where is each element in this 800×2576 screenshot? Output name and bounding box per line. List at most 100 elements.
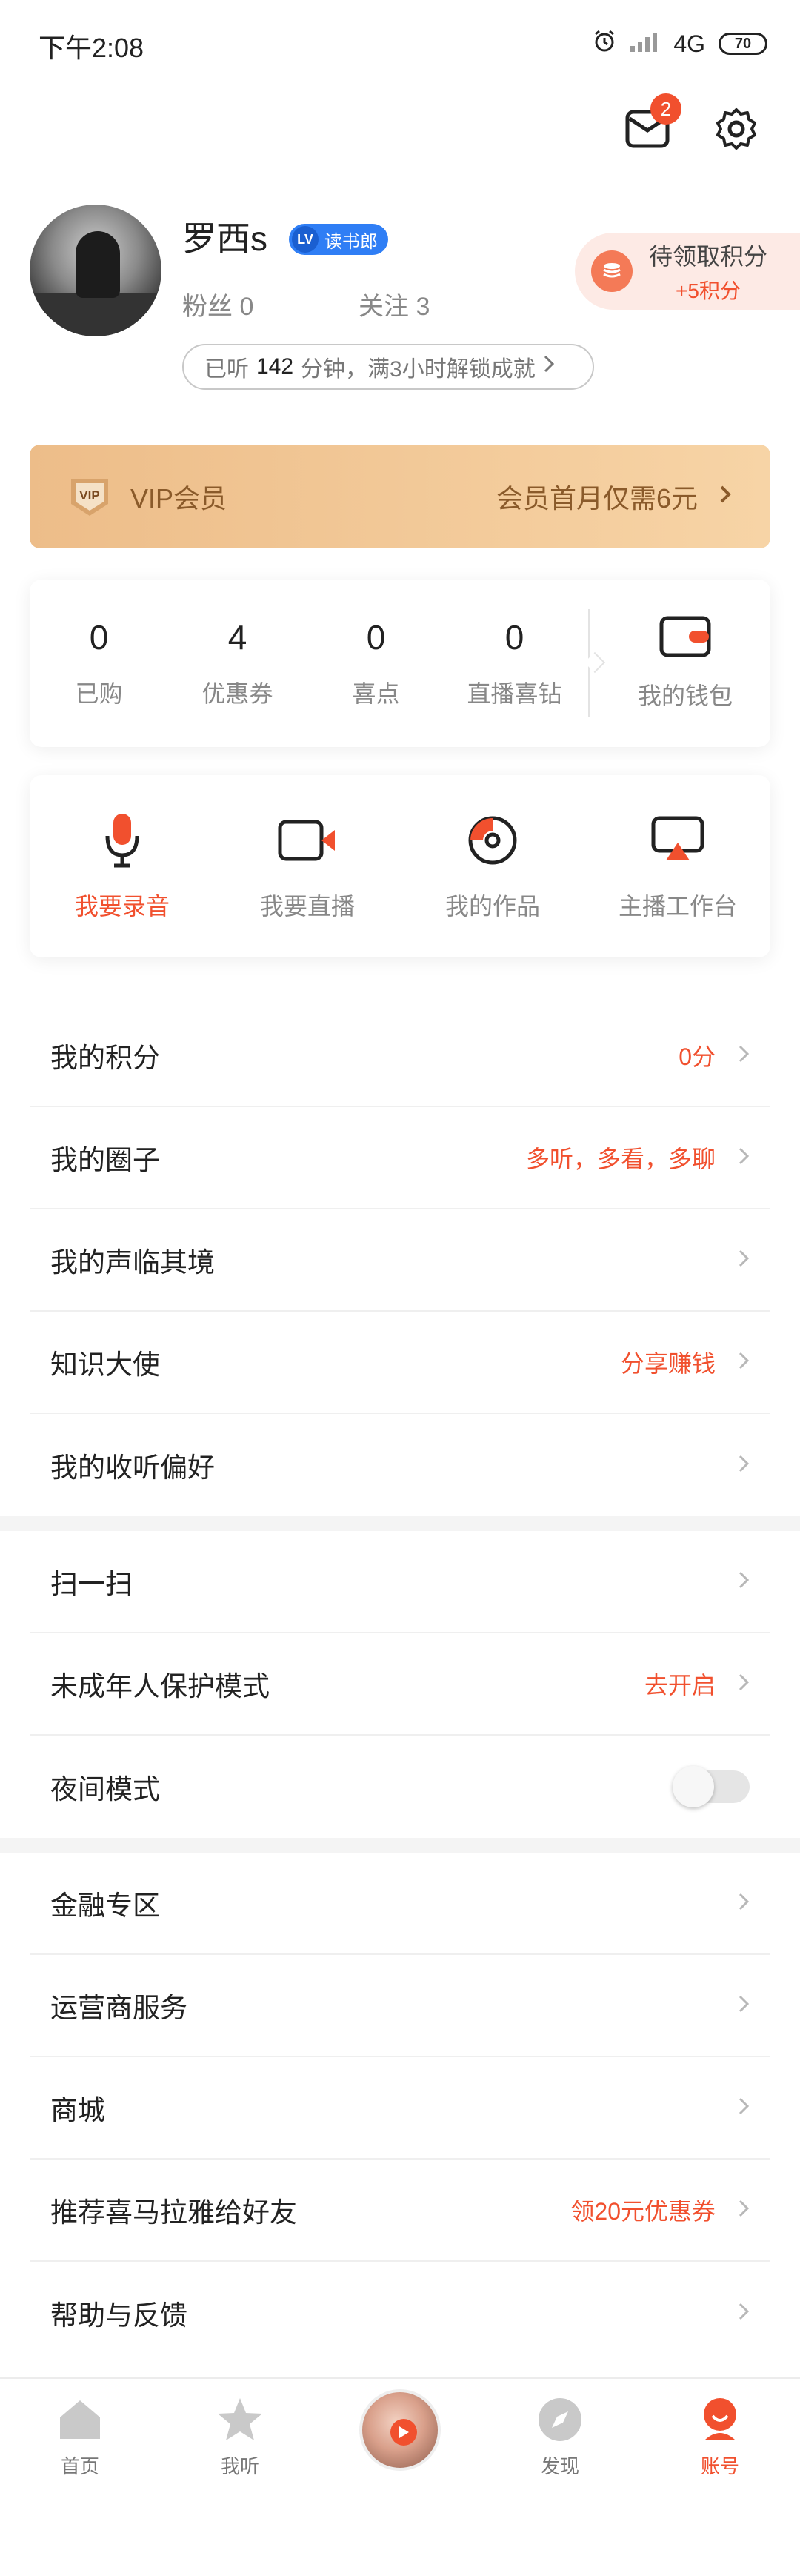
- bottom-safe-area: [0, 2496, 800, 2576]
- menu-item-ambassador[interactable]: 知识大使 分享赚钱: [30, 1312, 770, 1414]
- section-gap: [0, 1838, 800, 1853]
- menu-right-text: 多听，多看，多聊: [525, 1146, 716, 1172]
- tool-label: 我要直播: [259, 893, 355, 920]
- wallet-button[interactable]: 我的钱包: [600, 616, 770, 711]
- creator-tools-card: 我要录音 我要直播 我的作品 主播工作台: [30, 775, 770, 957]
- fans-label: 粉丝: [182, 293, 233, 321]
- listen-minutes: 142: [256, 354, 294, 379]
- status-icons: 4G 70: [592, 28, 767, 59]
- menu-item-dubbing[interactable]: 我的声临其境: [30, 1209, 770, 1312]
- level-badge[interactable]: LV 读书郎: [289, 224, 388, 255]
- player-avatar-icon: [359, 2389, 441, 2471]
- menu-group-services: 金融专区 运营商服务 商城 推荐喜马拉雅给好友 领20元优惠券 帮助与反馈: [0, 1853, 800, 2364]
- chevron-right-icon: [738, 1451, 750, 1480]
- my-works-button[interactable]: 我的作品: [400, 811, 585, 922]
- fans-value: 0: [239, 293, 254, 321]
- stat-coupons[interactable]: 4 优惠券: [168, 617, 307, 709]
- menu-item-carrier-service[interactable]: 运营商服务: [30, 1955, 770, 2057]
- disc-icon: [459, 811, 526, 870]
- night-mode-toggle[interactable]: [673, 1766, 750, 1807]
- listen-progress-pill[interactable]: 已听 142 分钟，满3小时解锁成就: [182, 344, 594, 390]
- menu-item-night-mode: 夜间模式: [30, 1736, 770, 1838]
- anchor-workstation-button[interactable]: 主播工作台: [585, 811, 770, 922]
- menu-item-circle[interactable]: 我的圈子 多听，多看，多聊: [30, 1107, 770, 1209]
- pending-points-card[interactable]: 待领取积分 +5积分: [575, 233, 800, 310]
- menu-label: 商城: [50, 2095, 105, 2125]
- stat-xidian[interactable]: 0 喜点: [307, 617, 445, 709]
- tab-home[interactable]: 首页: [0, 2379, 160, 2496]
- follow-count[interactable]: 关注 3: [359, 286, 430, 322]
- alarm-icon: [592, 28, 617, 59]
- compass-icon: [536, 2395, 584, 2444]
- menu-label: 我的圈子: [50, 1145, 160, 1175]
- chevron-right-icon: [738, 1889, 750, 1918]
- points-bonus: +5积分: [676, 279, 741, 302]
- section-gap: [0, 1516, 800, 1531]
- mail-button[interactable]: 2: [621, 93, 681, 157]
- menu-item-scan[interactable]: 扫一扫: [30, 1531, 770, 1633]
- avatar[interactable]: [30, 205, 161, 336]
- fans-count[interactable]: 粉丝 0: [182, 286, 253, 322]
- chevron-right-icon: [738, 1143, 750, 1172]
- tab-discover[interactable]: 发现: [480, 2379, 640, 2496]
- tab-label: 我听: [220, 2455, 259, 2477]
- stat-live-diamonds[interactable]: 0 直播喜钻: [445, 617, 584, 709]
- menu-item-listen-preference[interactable]: 我的收听偏好: [30, 1414, 770, 1516]
- menu-item-minor-protection[interactable]: 未成年人保护模式 去开启: [30, 1633, 770, 1736]
- tab-label: 发现: [540, 2455, 579, 2477]
- menu-right-text: 0分: [679, 1043, 716, 1070]
- listen-prefix: 已听: [204, 357, 249, 382]
- menu-right-text: 去开启: [644, 1672, 716, 1699]
- wallet-icon: [659, 616, 711, 661]
- menu-label: 我的声临其境: [50, 1247, 215, 1278]
- menu-item-recommend[interactable]: 推荐喜马拉雅给好友 领20元优惠券: [30, 2160, 770, 2262]
- menu-label: 运营商服务: [50, 1993, 187, 2023]
- menu-label: 金融专区: [50, 1890, 160, 1921]
- divider: [588, 609, 590, 717]
- record-button[interactable]: 我要录音: [30, 811, 215, 922]
- menu-right-text: 领20元优惠券: [570, 2198, 716, 2225]
- menu-item-help-feedback[interactable]: 帮助与反馈: [30, 2262, 770, 2364]
- settings-button[interactable]: [710, 104, 763, 157]
- chevron-right-icon: [738, 1246, 750, 1275]
- tab-listen[interactable]: 我听: [160, 2379, 320, 2496]
- tab-label: 首页: [60, 2455, 99, 2477]
- menu-label: 帮助与反馈: [50, 2300, 187, 2331]
- chevron-right-icon: [738, 1348, 750, 1377]
- chevron-right-icon: [738, 1567, 750, 1596]
- tab-account[interactable]: 账号: [640, 2379, 800, 2496]
- menu-item-points[interactable]: 我的积分 0分: [30, 1005, 770, 1107]
- points-title: 待领取积分: [649, 243, 768, 270]
- tool-label: 我的作品: [444, 893, 540, 920]
- stat-value: 0: [366, 618, 386, 657]
- video-camera-icon: [274, 811, 341, 870]
- tab-label: 账号: [700, 2455, 739, 2477]
- bottom-tab-bar: 首页 我听 发现 账号: [0, 2377, 800, 2496]
- vip-banner[interactable]: VIP VIP会员 会员首月仅需6元: [30, 445, 770, 548]
- signal-icon: [630, 30, 660, 58]
- stats-card: 0 已购 4 优惠券 0 喜点 0 直播喜钻 我的钱包: [30, 580, 770, 747]
- go-live-button[interactable]: 我要直播: [215, 811, 400, 922]
- vip-badge-icon: VIP: [71, 479, 108, 516]
- stat-label: 喜点: [352, 680, 400, 707]
- chevron-right-icon: [738, 2299, 750, 2328]
- account-icon: [696, 2395, 744, 2444]
- menu-label: 我的收听偏好: [50, 1453, 215, 1483]
- stat-purchased[interactable]: 0 已购: [30, 617, 168, 709]
- gear-icon: [714, 107, 759, 155]
- chevron-right-icon: [738, 1991, 750, 2020]
- menu-item-finance[interactable]: 金融专区: [30, 1853, 770, 1955]
- menu-group-account: 我的积分 0分 我的圈子 多听，多看，多聊 我的声临其境 知识大使 分享赚钱 我…: [0, 1005, 800, 1516]
- listen-suffix: 分钟，满3小时解锁成就: [301, 357, 536, 382]
- menu-group-tools: 扫一扫 未成年人保护模式 去开启 夜间模式: [0, 1531, 800, 1838]
- stat-value: 4: [227, 618, 247, 657]
- chevron-right-icon: [738, 2196, 750, 2225]
- username[interactable]: 罗西s: [182, 212, 267, 261]
- menu-right-text: 分享赚钱: [620, 1350, 716, 1377]
- menu-item-mall[interactable]: 商城: [30, 2057, 770, 2160]
- vip-badge-text: VIP: [79, 488, 99, 502]
- tab-player[interactable]: [320, 2379, 480, 2496]
- menu-label: 夜间模式: [50, 1774, 160, 1805]
- menu-label: 扫一扫: [50, 1569, 133, 1599]
- microphone-icon: [89, 811, 156, 870]
